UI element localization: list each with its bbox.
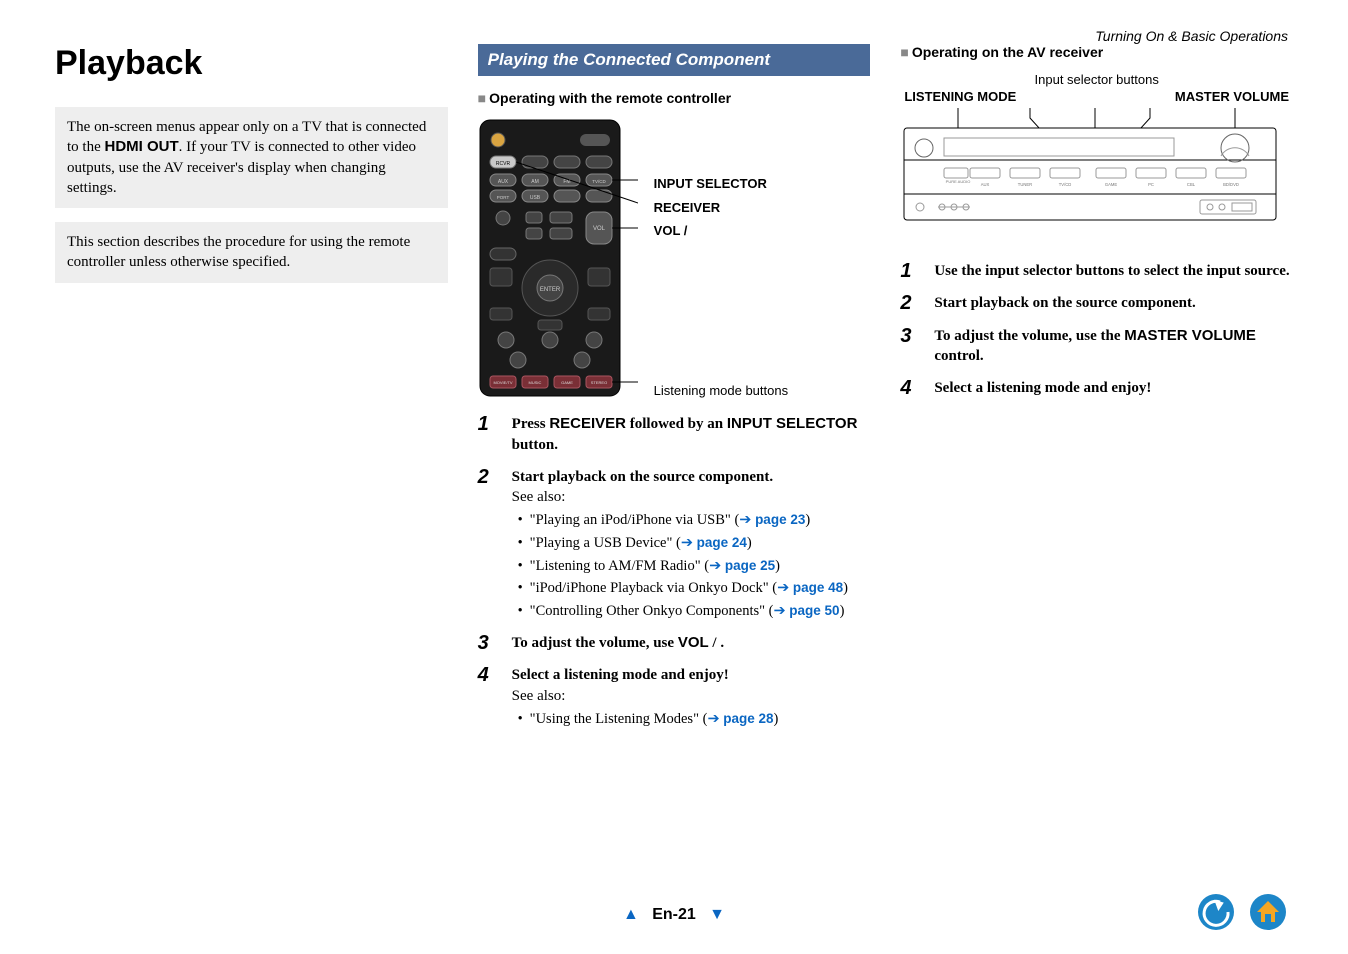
svg-text:MUSIC: MUSIC bbox=[528, 380, 541, 385]
svg-text:ENTER: ENTER bbox=[540, 287, 561, 293]
step-number: 3 bbox=[900, 323, 911, 350]
page-link-25[interactable]: page 25 bbox=[725, 558, 775, 573]
svg-text:VOL: VOL bbox=[593, 226, 606, 232]
info-box-2: This section describes the procedure for… bbox=[55, 222, 448, 283]
page-footer: ▲ En-21 ▼ bbox=[0, 906, 1348, 924]
info1-bold: HDMI OUT bbox=[105, 138, 179, 155]
receiver-diagram: AUX TUNER TV/CD GAME PC CBL BD/DVD PURE … bbox=[900, 108, 1280, 228]
breadcrumb: Turning On & Basic Operations bbox=[1095, 28, 1288, 44]
page-number: En-21 bbox=[652, 906, 696, 923]
remote-steps: 1 Press RECEIVER followed by an INPUT SE… bbox=[478, 414, 871, 729]
receiver-steps: 1 Use the input selector buttons to sele… bbox=[900, 261, 1293, 398]
svg-text:AUX: AUX bbox=[981, 182, 990, 187]
svg-text:BD/DVD: BD/DVD bbox=[1223, 182, 1239, 187]
column-1: Playback The on-screen menus appear only… bbox=[55, 44, 448, 742]
page-link-48[interactable]: page 48 bbox=[793, 580, 843, 595]
page-link-28[interactable]: page 28 bbox=[723, 711, 773, 726]
remote-callouts: INPUT SELECTOR RECEIVER VOL / Listening … bbox=[654, 118, 788, 398]
remote-diagram: RCVR AUX AM FM TV/CD PORT USB bbox=[478, 118, 638, 398]
svg-text:PORT: PORT bbox=[496, 195, 509, 200]
svg-text:STEREO: STEREO bbox=[590, 380, 606, 385]
svg-text:TUNER: TUNER bbox=[1018, 182, 1032, 187]
step-number: 3 bbox=[478, 630, 489, 657]
svg-text:AUX: AUX bbox=[498, 179, 509, 185]
prev-page-icon[interactable]: ▲ bbox=[623, 906, 639, 923]
info-box-1: The on-screen menus appear only on a TV … bbox=[55, 107, 448, 208]
back-icon[interactable] bbox=[1196, 892, 1236, 932]
callout-input-selector: INPUT SELECTOR bbox=[654, 176, 788, 192]
square-bullet-icon: ■ bbox=[478, 90, 486, 106]
column-3: ■Operating on the AV receiver Input sele… bbox=[900, 44, 1293, 742]
svg-text:TV/CD: TV/CD bbox=[1059, 182, 1072, 187]
callout-listening-mode: Listening mode buttons bbox=[654, 383, 788, 399]
label-master-volume: MASTER VOLUME bbox=[1175, 89, 1289, 104]
svg-text:GAME: GAME bbox=[1105, 182, 1118, 187]
next-page-icon[interactable]: ▼ bbox=[709, 906, 725, 923]
svg-text:CBL: CBL bbox=[1187, 182, 1196, 187]
page-link-50[interactable]: page 50 bbox=[789, 603, 839, 618]
svg-text:RCVR: RCVR bbox=[496, 161, 511, 167]
callout-vol: VOL / bbox=[654, 223, 788, 239]
label-listening-mode: LISTENING MODE bbox=[904, 89, 1016, 104]
callout-receiver: RECEIVER bbox=[654, 200, 788, 216]
svg-text:GAME: GAME bbox=[561, 380, 573, 385]
svg-text:PURE AUDIO: PURE AUDIO bbox=[946, 179, 971, 184]
sub-remote: ■Operating with the remote controller bbox=[478, 90, 871, 106]
column-2: Playing the Connected Component ■Operati… bbox=[478, 44, 871, 742]
input-selector-label: Input selector buttons bbox=[900, 72, 1293, 87]
step-number: 4 bbox=[478, 662, 489, 689]
svg-text:USB: USB bbox=[530, 195, 541, 201]
home-icon[interactable] bbox=[1248, 892, 1288, 932]
step-number: 1 bbox=[478, 411, 489, 438]
page-link-24[interactable]: page 24 bbox=[697, 535, 747, 550]
svg-text:PC: PC bbox=[1148, 182, 1154, 187]
step-number: 2 bbox=[900, 290, 911, 317]
page-title: Playback bbox=[55, 44, 448, 83]
page-link-23[interactable]: page 23 bbox=[755, 512, 805, 527]
svg-text:TV/CD: TV/CD bbox=[592, 179, 606, 184]
square-bullet-icon: ■ bbox=[900, 44, 908, 60]
section-heading: Playing the Connected Component bbox=[478, 44, 871, 76]
step-number: 2 bbox=[478, 464, 489, 491]
svg-text:MOVIE/TV: MOVIE/TV bbox=[493, 380, 512, 385]
sub-receiver: ■Operating on the AV receiver bbox=[900, 44, 1293, 60]
svg-text:AM: AM bbox=[531, 179, 539, 185]
step-number: 1 bbox=[900, 258, 911, 285]
step-number: 4 bbox=[900, 375, 911, 402]
